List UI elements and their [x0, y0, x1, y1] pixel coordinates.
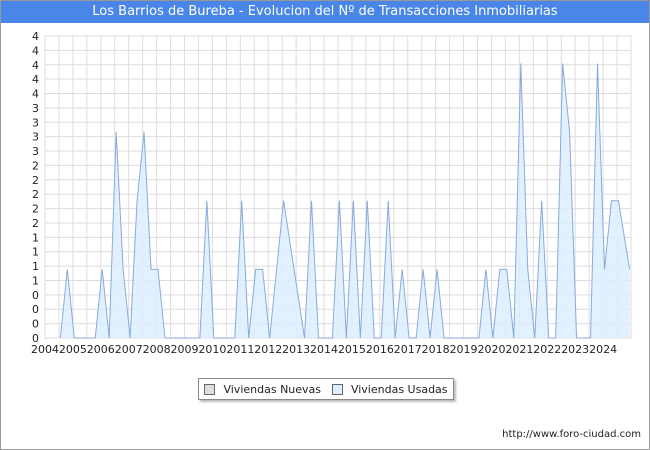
- x-tick-label: 2015: [338, 343, 366, 356]
- x-tick-label: 2013: [282, 343, 310, 356]
- x-tick-label: 2017: [394, 343, 422, 356]
- y-tick-label: 2: [32, 174, 39, 187]
- legend-label-nuevas: Viviendas Nuevas: [223, 382, 322, 396]
- x-tick-label: 2022: [533, 343, 561, 356]
- y-tick-label: 0: [32, 303, 39, 316]
- source-credit: http://www.foro-ciudad.com: [502, 429, 641, 440]
- x-tick-label: 2008: [143, 343, 171, 356]
- x-tick-label: 2004: [31, 343, 59, 356]
- y-tick-label: 2: [32, 217, 39, 230]
- y-tick-label: 3: [32, 102, 39, 115]
- y-tick-label: 4: [32, 44, 39, 57]
- y-tick-label: 3: [32, 116, 39, 129]
- x-tick-label: 2024: [589, 343, 617, 356]
- x-tick-label: 2011: [226, 343, 254, 356]
- y-tick-label: 2: [32, 203, 39, 216]
- y-tick-label: 2: [32, 188, 39, 201]
- x-tick-label: 2012: [254, 343, 282, 356]
- x-axis-ticks: 2004 2005 2006 2007 2008 2009 2010 2011 2012 2013…: [31, 343, 617, 356]
- chart-frame: Los Barrios de Bureba - Evolucion del Nº…: [0, 0, 650, 450]
- legend: Viviendas Nuevas Viviendas Usadas: [198, 378, 454, 400]
- y-axis-ticks: 0000111122222333344444: [32, 30, 39, 345]
- x-tick-label: 2020: [477, 343, 505, 356]
- x-tick-label: 2023: [561, 343, 589, 356]
- y-tick-label: 3: [32, 145, 39, 158]
- y-tick-label: 4: [32, 59, 39, 72]
- y-tick-label: 4: [32, 73, 39, 86]
- legend-label-usadas: Viviendas Usadas: [350, 382, 448, 396]
- x-tick-label: 2021: [505, 343, 533, 356]
- legend-swatch-nuevas: [204, 383, 216, 395]
- y-tick-label: 0: [32, 318, 39, 331]
- x-tick-label: 2006: [87, 343, 115, 356]
- x-tick-label: 2007: [115, 343, 143, 356]
- y-tick-label: 1: [32, 274, 39, 287]
- x-tick-label: 2019: [450, 343, 478, 356]
- x-tick-label: 2010: [198, 343, 226, 356]
- x-tick-label: 2005: [59, 343, 87, 356]
- x-tick-label: 2014: [310, 343, 338, 356]
- x-tick-label: 2016: [366, 343, 394, 356]
- x-tick-label: 2018: [422, 343, 450, 356]
- legend-swatch-usadas: [331, 383, 343, 395]
- y-tick-label: 4: [32, 30, 39, 43]
- y-tick-label: 2: [32, 159, 39, 172]
- legend-item-nuevas: Viviendas Nuevas: [204, 383, 321, 396]
- y-tick-label: 1: [32, 260, 39, 273]
- y-tick-label: 3: [32, 131, 39, 144]
- y-tick-label: 0: [32, 289, 39, 302]
- y-tick-label: 1: [32, 246, 39, 259]
- y-tick-label: 1: [32, 231, 39, 244]
- y-tick-label: 4: [32, 88, 39, 101]
- legend-item-usadas: Viviendas Usadas: [331, 382, 448, 396]
- x-tick-label: 2009: [171, 343, 199, 356]
